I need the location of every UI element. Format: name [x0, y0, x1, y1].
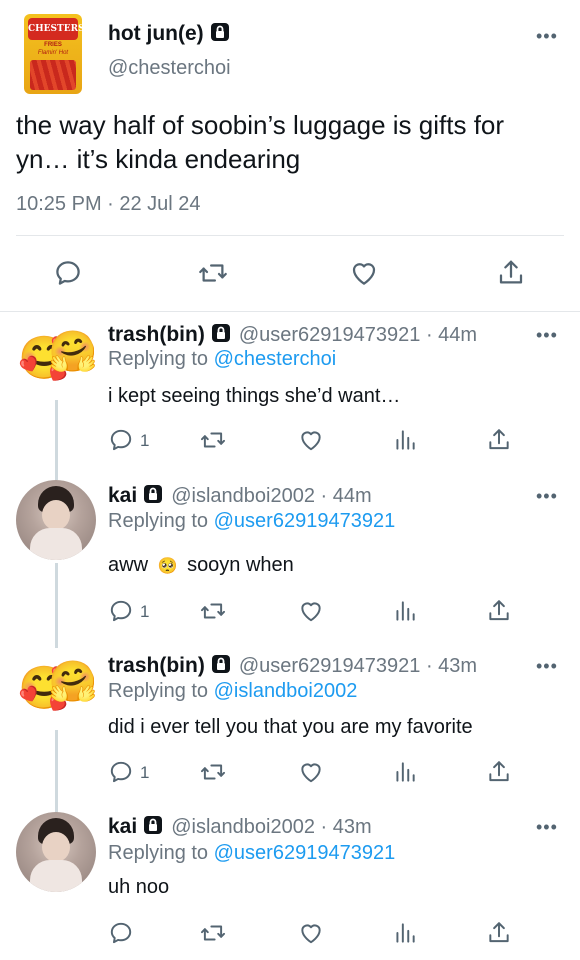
reply-text: i kept seeing things she’d want…	[108, 385, 401, 407]
bag-label: FRIES	[44, 42, 62, 48]
share-icon[interactable]	[486, 427, 512, 453]
pleading-emoji: 🥺	[157, 558, 178, 575]
share-icon[interactable]	[496, 258, 526, 288]
divider	[16, 235, 564, 236]
stats-icon[interactable]	[392, 598, 418, 624]
like-icon[interactable]	[298, 427, 324, 453]
reply-count: 1	[140, 763, 150, 782]
emoji-avatar: 🤗	[48, 660, 96, 704]
bag-sublabel: Flamin' Hot	[37, 50, 69, 56]
thread-line	[55, 730, 58, 815]
fries-graphic	[30, 60, 76, 90]
divider	[0, 311, 580, 312]
tweet-timestamp[interactable]: 10:25 PM · 22 Jul 24	[16, 193, 201, 216]
share-icon[interactable]	[486, 920, 512, 946]
shirt-shape	[30, 860, 82, 892]
replying-to: Replying to @islandboi2002	[108, 680, 357, 703]
main-avatar[interactable]: CHESTERS FRIES Flamin' Hot	[24, 14, 82, 94]
more-icon[interactable]: •••	[536, 325, 558, 346]
lock-icon	[143, 815, 163, 835]
face-shape	[42, 500, 70, 530]
retweet-icon[interactable]	[200, 427, 226, 453]
reply-handle-time[interactable]: @islandboi2002 · 44m	[171, 485, 371, 507]
share-icon[interactable]	[486, 598, 512, 624]
replying-to-link[interactable]: @islandboi2002	[214, 680, 358, 702]
like-icon[interactable]	[298, 759, 324, 785]
reply-author[interactable]: trash(bin) @user62919473921 · 43m	[108, 654, 477, 678]
reply-text-part: aww	[108, 554, 149, 576]
reply-icon[interactable]	[108, 598, 134, 624]
face-shape	[42, 832, 70, 862]
emoji-avatar: 🤗	[48, 330, 96, 374]
chesters-logo: CHESTERS	[28, 18, 82, 40]
retweet-icon[interactable]	[198, 258, 228, 288]
stats-icon[interactable]	[392, 920, 418, 946]
like-icon[interactable]	[349, 258, 379, 288]
more-icon[interactable]: •••	[536, 486, 558, 507]
reply-text-part: sooyn when	[187, 554, 294, 576]
reply-icon[interactable]	[53, 258, 83, 288]
reply-icon[interactable]	[108, 427, 134, 453]
lock-icon	[211, 654, 231, 674]
reply-text: did i ever tell you that you are my favo…	[108, 716, 473, 738]
tweet-text: the way half of soobin’s luggage is gift…	[16, 110, 505, 174]
stats-icon[interactable]	[392, 759, 418, 785]
reply-avatar[interactable]	[16, 812, 96, 892]
replying-label: Replying to	[108, 348, 209, 370]
retweet-icon[interactable]	[200, 759, 226, 785]
reply-avatar[interactable]: 🥰 🤗	[16, 650, 96, 730]
share-icon[interactable]	[486, 759, 512, 785]
reply-handle-time[interactable]: @user62919473921 · 43m	[239, 655, 477, 677]
like-icon[interactable]	[298, 920, 324, 946]
reply-author[interactable]: kai @islandboi2002 · 43m	[108, 815, 372, 839]
lock-icon	[210, 22, 230, 42]
more-icon[interactable]: •••	[536, 817, 558, 838]
retweet-icon[interactable]	[200, 920, 226, 946]
reply-avatar[interactable]	[16, 480, 96, 560]
reply-count: 1	[140, 602, 150, 621]
reply-author[interactable]: kai @islandboi2002 · 44m	[108, 484, 372, 508]
like-icon[interactable]	[298, 598, 324, 624]
reply-display-name[interactable]: kai	[108, 815, 137, 838]
replying-label: Replying to	[108, 510, 209, 532]
reply-display-name[interactable]: trash(bin)	[108, 654, 205, 677]
thread-line	[55, 400, 58, 480]
author-name[interactable]: hot jun(e)	[108, 22, 230, 46]
retweet-icon[interactable]	[200, 598, 226, 624]
reply-display-name[interactable]: kai	[108, 484, 137, 507]
replying-to-link[interactable]: @user62919473921	[214, 842, 396, 864]
reply-handle-time[interactable]: @islandboi2002 · 43m	[171, 816, 371, 838]
replying-label: Replying to	[108, 842, 209, 864]
replying-label: Replying to	[108, 680, 209, 702]
author-display-name[interactable]: hot jun(e)	[108, 22, 204, 45]
replying-to: Replying to @user62919473921	[108, 510, 395, 533]
shirt-shape	[30, 528, 82, 560]
replying-to: Replying to @chesterchoi	[108, 348, 336, 371]
lock-icon	[143, 484, 163, 504]
reply-avatar[interactable]: 🥰 🤗	[16, 320, 96, 400]
author-handle[interactable]: @chesterchoi	[108, 57, 231, 80]
replying-to: Replying to @user62919473921	[108, 842, 395, 865]
reply-icon[interactable]	[108, 759, 134, 785]
reply-author[interactable]: trash(bin) @user62919473921 · 44m	[108, 323, 477, 347]
stats-icon[interactable]	[392, 427, 418, 453]
more-icon[interactable]: •••	[536, 656, 558, 677]
replying-to-link[interactable]: @chesterchoi	[214, 348, 337, 370]
reply-text: aww 🥺 sooyn when	[108, 554, 294, 577]
replying-to-link[interactable]: @user62919473921	[214, 510, 396, 532]
reply-text: uh noo	[108, 876, 170, 898]
reply-display-name[interactable]: trash(bin)	[108, 323, 205, 346]
reply-count: 1	[140, 431, 150, 450]
more-icon[interactable]: •••	[536, 26, 558, 47]
reply-icon[interactable]	[108, 920, 134, 946]
reply-handle-time[interactable]: @user62919473921 · 44m	[239, 324, 477, 346]
lock-icon	[211, 323, 231, 343]
thread-line	[55, 563, 58, 648]
